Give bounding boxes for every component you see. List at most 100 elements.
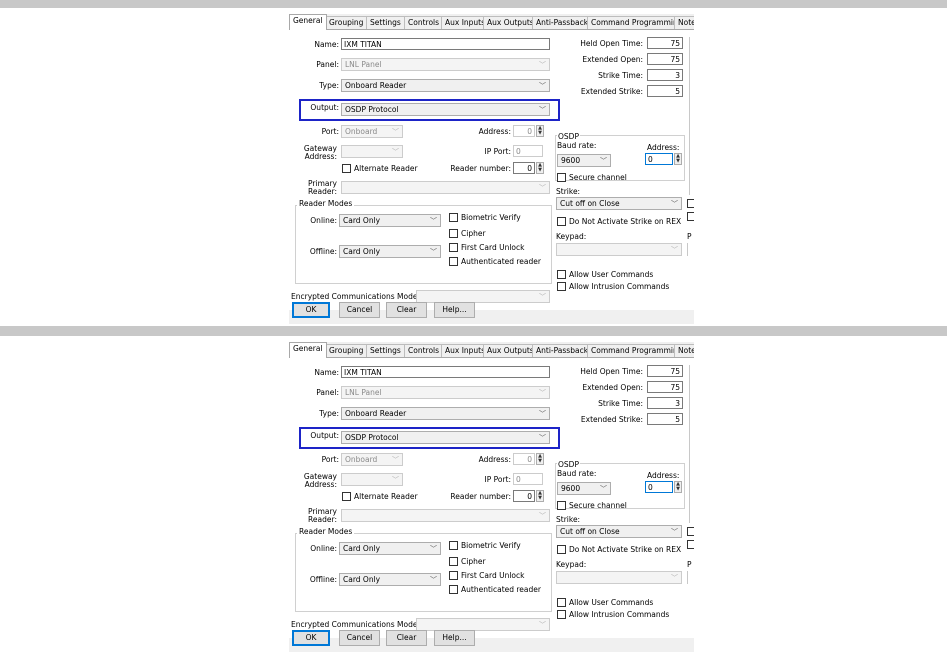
held-open-field[interactable]: 75: [647, 365, 683, 377]
osdp-address-spinner[interactable]: ▲ ▼: [674, 153, 682, 165]
strike-time-field[interactable]: 3: [647, 397, 683, 409]
tab-general[interactable]: General: [289, 14, 327, 30]
type-select[interactable]: Onboard Reader ﹀: [341, 79, 550, 92]
chevron-down-icon: ﹀: [539, 434, 546, 442]
biometric-verify-checkbox[interactable]: [449, 213, 458, 222]
tab-controls[interactable]: Controls: [404, 344, 444, 357]
tab-aux-inputs[interactable]: Aux Inputs: [441, 16, 490, 29]
allow-intrusion-commands-checkbox[interactable]: [557, 610, 566, 619]
ok-button[interactable]: OK: [292, 630, 330, 646]
authenticated-reader-checkbox[interactable]: [449, 585, 458, 594]
output-label: Output:: [310, 431, 339, 440]
baud-rate-label: Baud rate:: [557, 469, 597, 478]
chevron-down-icon: ﹀: [430, 576, 437, 584]
cancel-button[interactable]: Cancel: [339, 302, 380, 318]
type-select[interactable]: Onboard Reader ﹀: [341, 407, 550, 420]
tab-command-programming[interactable]: Command Programming: [587, 16, 687, 29]
alternate-reader-checkbox[interactable]: [342, 164, 351, 173]
help-button[interactable]: Help...: [434, 630, 475, 646]
extended-open-field[interactable]: 75: [647, 53, 683, 65]
do-not-activate-checkbox[interactable]: [557, 217, 566, 226]
help-button[interactable]: Help...: [434, 302, 475, 318]
tab-aux-inputs[interactable]: Aux Inputs: [441, 344, 490, 357]
cut-checkbox-1[interactable]: [687, 527, 694, 536]
gateway-label: Gateway Address:: [303, 144, 337, 161]
name-field[interactable]: IXM TITAN: [341, 38, 550, 50]
encrypted-mode-label: Encrypted Communications Mode:: [291, 292, 420, 301]
tab-anti-passback[interactable]: Anti-Passback: [532, 344, 593, 357]
name-field[interactable]: IXM TITAN: [341, 366, 550, 378]
secure-channel-checkbox[interactable]: [557, 173, 566, 182]
tab-note[interactable]: Note: [674, 16, 694, 29]
allow-user-commands-checkbox[interactable]: [557, 270, 566, 279]
tab-controls[interactable]: Controls: [404, 16, 444, 29]
output-label: Output:: [310, 103, 339, 112]
clear-button[interactable]: Clear: [386, 302, 427, 318]
tab-settings[interactable]: Settings: [366, 344, 405, 357]
reader-number-field[interactable]: 0: [513, 162, 535, 174]
strike-select[interactable]: Cut off on Close ﹀: [556, 525, 682, 538]
first-card-unlock-checkbox[interactable]: [449, 571, 458, 580]
strike-select[interactable]: Cut off on Close ﹀: [556, 197, 682, 210]
online-select[interactable]: Card Only ﹀: [339, 214, 441, 227]
dialog-screenshot: General Grouping Settings Controls Aux I…: [289, 14, 694, 324]
reader-number-spinner[interactable]: ▲ ▼: [536, 490, 544, 502]
osdp-address-field[interactable]: 0: [645, 153, 673, 165]
address-label: Address:: [478, 455, 511, 464]
offline-select[interactable]: Card Only ﹀: [339, 245, 441, 258]
osdp-address-spinner[interactable]: ▲ ▼: [674, 481, 682, 493]
cipher-checkbox[interactable]: [449, 557, 458, 566]
screenshot-panel-2: General Grouping Settings Controls Aux I…: [0, 336, 947, 654]
allow-user-commands-checkbox[interactable]: [557, 598, 566, 607]
online-select[interactable]: Card Only ﹀: [339, 542, 441, 555]
first-card-unlock-checkbox[interactable]: [449, 243, 458, 252]
baud-rate-label: Baud rate:: [557, 141, 597, 150]
osdp-address-label: Address:: [647, 471, 680, 480]
chevron-down-icon: ﹀: [392, 128, 399, 136]
biometric-verify-checkbox[interactable]: [449, 541, 458, 550]
cancel-button[interactable]: Cancel: [339, 630, 380, 646]
reader-number-spinner[interactable]: ▲ ▼: [536, 162, 544, 174]
do-not-activate-checkbox[interactable]: [557, 545, 566, 554]
tab-settings[interactable]: Settings: [366, 16, 405, 29]
gateway-select: ﹀: [341, 473, 403, 486]
alternate-reader-label: Alternate Reader: [354, 164, 418, 173]
authenticated-reader-checkbox[interactable]: [449, 257, 458, 266]
reader-number-field[interactable]: 0: [513, 490, 535, 502]
baud-rate-select[interactable]: 9600 ﹀: [557, 482, 611, 495]
tab-grouping[interactable]: Grouping: [325, 344, 368, 357]
screenshot-panel-1: General Grouping Settings Controls Aux I…: [0, 8, 947, 326]
ok-button[interactable]: OK: [292, 302, 330, 318]
chevron-down-icon: ﹀: [600, 485, 607, 493]
tab-general[interactable]: General: [289, 342, 327, 358]
keypad-label: Keypad:: [556, 560, 587, 569]
secure-channel-checkbox[interactable]: [557, 501, 566, 510]
address-label: Address:: [478, 127, 511, 136]
strike-time-field[interactable]: 3: [647, 69, 683, 81]
alternate-reader-checkbox[interactable]: [342, 492, 351, 501]
cut-checkbox-1[interactable]: [687, 199, 694, 208]
tab-anti-passback[interactable]: Anti-Passback: [532, 16, 593, 29]
tab-aux-outputs[interactable]: Aux Outputs: [483, 16, 538, 29]
extended-strike-field[interactable]: 5: [647, 413, 683, 425]
extended-strike-field[interactable]: 5: [647, 85, 683, 97]
clear-button[interactable]: Clear: [386, 630, 427, 646]
chevron-down-icon: ﹀: [671, 246, 678, 254]
held-open-field[interactable]: 75: [647, 37, 683, 49]
offline-select[interactable]: Card Only ﹀: [339, 573, 441, 586]
tab-command-programming[interactable]: Command Programming: [587, 344, 687, 357]
extended-open-field[interactable]: 75: [647, 381, 683, 393]
baud-rate-select[interactable]: 9600 ﹀: [557, 154, 611, 167]
tab-grouping[interactable]: Grouping: [325, 16, 368, 29]
cut-checkbox-2[interactable]: [687, 212, 694, 221]
output-select[interactable]: OSDP Protocol ﹀: [341, 103, 550, 116]
cipher-checkbox[interactable]: [449, 229, 458, 238]
osdp-address-field[interactable]: 0: [645, 481, 673, 493]
encrypted-mode-label: Encrypted Communications Mode:: [291, 620, 420, 629]
allow-intrusion-commands-checkbox[interactable]: [557, 282, 566, 291]
tab-note[interactable]: Note: [674, 344, 694, 357]
output-select[interactable]: OSDP Protocol ﹀: [341, 431, 550, 444]
cut-checkbox-2[interactable]: [687, 540, 694, 549]
chevron-down-icon: ﹀: [539, 82, 546, 90]
tab-aux-outputs[interactable]: Aux Outputs: [483, 344, 538, 357]
